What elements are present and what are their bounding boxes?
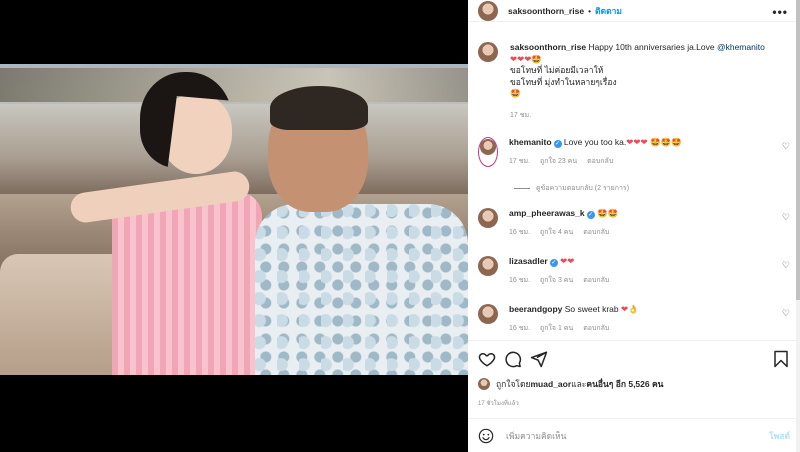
comment-reply-button[interactable]: ตอบกลับ [587, 158, 613, 165]
post-comment-button[interactable]: โพสต์ [769, 429, 790, 443]
comment-meta: 16 ชม. ถูกใจ 3 คน ตอบกลับ [509, 275, 617, 286]
liker-username[interactable]: muad_aor [531, 379, 572, 389]
likes-others-link[interactable]: คนอื่นๆ อีก 5,526 คน [586, 377, 663, 391]
photo-man-hair [270, 86, 368, 130]
caption-line4: 🤩 [510, 88, 521, 98]
comment-avatar[interactable] [478, 304, 498, 324]
comment-composer: โพสต์ [468, 418, 800, 452]
photo-woman-dress [112, 192, 262, 375]
likes-prefix: ถูกใจโดย [496, 379, 531, 389]
view-replies-label: ดูข้อความตอบกลับ (2 รายการ) [536, 185, 630, 192]
comment-item: khemanito ✓ Love you too ka.❤❤❤ 🤩🤩🤩 17 ชม… [478, 137, 790, 167]
comment-reply-button[interactable]: ตอบกลับ [583, 229, 609, 236]
view-replies-button[interactable]: ดูข้อความตอบกลับ (2 รายการ) [514, 183, 629, 194]
comment-item: lizasadler ✓ ❤❤ 16 ชม. ถูกใจ 3 คน ตอบกลับ… [478, 256, 790, 286]
comment-body: lizasadler ✓ ❤❤ 16 ชม. ถูกใจ 3 คน ตอบกลับ [509, 256, 617, 286]
comment-like-heart-icon[interactable]: ♡ [782, 260, 790, 271]
liker-avatar[interactable] [478, 378, 490, 390]
verified-badge-icon: ✓ [553, 140, 562, 148]
comment-likes[interactable]: ถูกใจ 4 คน [540, 229, 573, 236]
comment-body: khemanito ✓ Love you too ka.❤❤❤ 🤩🤩🤩 17 ชม… [509, 137, 682, 167]
comment-avatar-ring[interactable] [478, 137, 498, 167]
caption-line3: ขอโทษที่ มุ่งทำในหลายๆเรื่อง [510, 76, 617, 87]
comment-like-heart-icon[interactable]: ♡ [782, 308, 790, 319]
separator-dot: • [588, 5, 592, 16]
comment-like-heart-icon[interactable]: ♡ [782, 141, 790, 152]
comment-text: Love you too ka. [563, 137, 627, 147]
comment-username[interactable]: amp_pheerawas_k [509, 208, 585, 218]
comment-avatar[interactable] [478, 208, 498, 228]
more-options-icon[interactable]: ••• [772, 5, 788, 19]
comments-list[interactable]: saksoonthorn_rise Happy 10th anniversari… [468, 22, 800, 338]
caption-emoji-line: ❤❤❤🤩 [510, 53, 542, 64]
replies-divider [514, 188, 530, 189]
likes-summary: ถูกใจโดย muad_aor และ คนอื่นๆ อีก 5,526 … [478, 377, 663, 391]
comment-username[interactable]: lizasadler [509, 256, 548, 266]
post-side-panel: saksoonthorn_rise • ติดตาม ••• saksoonth… [468, 0, 800, 452]
comment-emoji: ❤❤ [560, 256, 575, 266]
comment-time[interactable]: 16 ชม. [509, 229, 530, 236]
comment-text: So sweet krab [564, 304, 621, 314]
comment-emoji: ❤👌 [620, 304, 639, 314]
caption-username[interactable]: saksoonthorn_rise [510, 42, 586, 52]
comment-meta: 16 ชม. ถูกใจ 1 คน ตอบกลับ [509, 323, 639, 334]
comment-emoji: 🤩🤩 [596, 208, 619, 218]
caption-line2: ขอโทษที่ ไม่ค่อยมีเวลาให้ [510, 65, 604, 75]
comment-username[interactable]: khemanito [509, 137, 552, 147]
author-username[interactable]: saksoonthorn_rise [508, 6, 584, 16]
comment-body: beerandgopy So sweet krab ❤👌 16 ชม. ถูกใ… [509, 304, 639, 334]
comment-like-heart-icon[interactable]: ♡ [782, 212, 790, 223]
comment-meta: 17 ชม. ถูกใจ 23 คน ตอบกลับ [509, 156, 682, 167]
post-media [0, 0, 468, 452]
verified-badge-icon: ✓ [586, 211, 595, 219]
bookmark-icon[interactable] [772, 350, 790, 368]
caption-body: saksoonthorn_rise Happy 10th anniversari… [510, 42, 790, 121]
caption-text: Happy 10th anniversaries ja.Love [588, 42, 717, 52]
photo-riverbank [0, 68, 468, 102]
comment-input[interactable] [506, 430, 770, 441]
verified-badge-icon: ✓ [549, 259, 558, 267]
follow-button[interactable]: ติดตาม [595, 4, 622, 18]
comment-likes[interactable]: ถูกใจ 23 คน [540, 158, 577, 165]
comment-likes[interactable]: ถูกใจ 3 คน [540, 277, 573, 284]
comment-icon[interactable] [504, 350, 522, 368]
comment-time[interactable]: 16 ชม. [509, 277, 530, 284]
posted-time[interactable]: 17 ชั่วโมงที่แล้ว [478, 398, 519, 408]
comment-reply-button[interactable]: ตอบกลับ [583, 277, 609, 284]
comment-item: beerandgopy So sweet krab ❤👌 16 ชม. ถูกใ… [478, 304, 790, 334]
comment-reply-button[interactable]: ตอบกลับ [583, 325, 609, 332]
comment-time[interactable]: 16 ชม. [509, 325, 530, 332]
comment-time[interactable]: 17 ชม. [509, 158, 530, 165]
comment-item: amp_pheerawas_k ✓ 🤩🤩 16 ชม. ถูกใจ 4 คน ตอ… [478, 208, 790, 238]
comment-avatar [480, 139, 496, 155]
paper-plane-icon[interactable] [530, 350, 548, 368]
caption-mention[interactable]: @khemanito [717, 42, 765, 52]
comment-likes[interactable]: ถูกใจ 1 คน [540, 325, 573, 332]
post-header: saksoonthorn_rise • ติดตาม ••• [468, 0, 800, 22]
photo-man-shirt [255, 204, 468, 375]
heart-icon[interactable] [478, 350, 496, 368]
author-avatar[interactable] [478, 0, 498, 21]
comment-meta: 16 ชม. ถูกใจ 4 คน ตอบกลับ [509, 227, 618, 238]
comment-avatar[interactable] [478, 256, 498, 276]
comment-username[interactable]: beerandgopy [509, 304, 562, 314]
caption-avatar[interactable] [478, 42, 498, 62]
panel-scrollbar[interactable] [796, 0, 800, 452]
caption: saksoonthorn_rise Happy 10th anniversari… [478, 42, 790, 121]
smiley-icon[interactable] [478, 428, 494, 444]
action-bar [468, 340, 800, 374]
post-photo[interactable] [0, 64, 468, 375]
comment-body: amp_pheerawas_k ✓ 🤩🤩 16 ชม. ถูกใจ 4 คน ตอ… [509, 208, 618, 238]
caption-time[interactable]: 17 ชม. [510, 110, 790, 122]
post-dialog: saksoonthorn_rise • ติดตาม ••• saksoonth… [0, 0, 800, 452]
scrollbar-thumb[interactable] [796, 0, 800, 300]
likes-middle: และ [571, 379, 587, 389]
comment-emoji: ❤❤❤ 🤩🤩🤩 [626, 137, 682, 147]
